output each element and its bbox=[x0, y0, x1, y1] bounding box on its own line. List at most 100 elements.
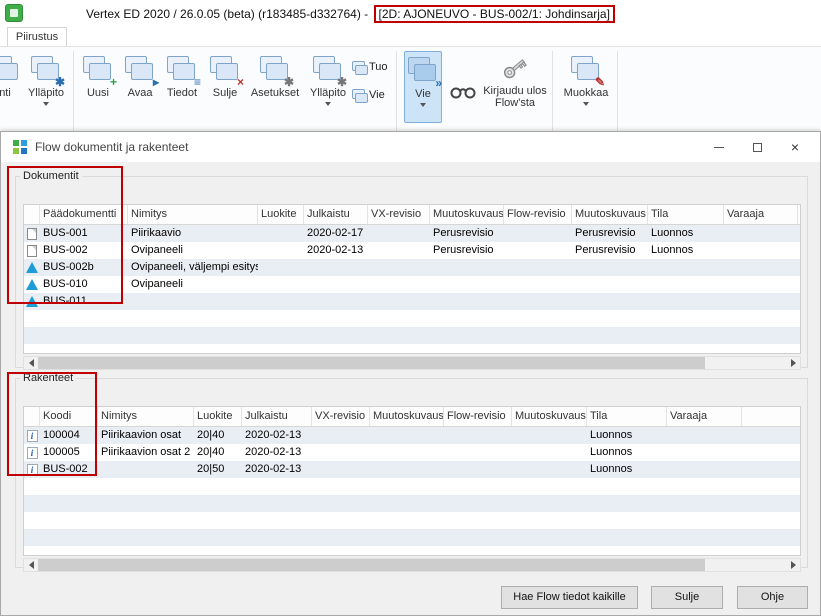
table-cell: Perusrevisio bbox=[572, 225, 648, 242]
table-cell bbox=[368, 242, 430, 259]
table-cell bbox=[304, 259, 368, 276]
column-header[interactable]: Muutoskuvaus bbox=[572, 205, 648, 224]
close-button[interactable]: × bbox=[776, 132, 814, 162]
table-row[interactable]: i100005Piirikaavion osat 220|402020-02-1… bbox=[24, 444, 800, 461]
table-cell bbox=[512, 461, 587, 478]
dialog-titlebar[interactable]: Flow dokumentit ja rakenteet × bbox=[1, 132, 820, 162]
close-project-icon: × bbox=[208, 54, 242, 84]
table-cell: 20|40 bbox=[194, 427, 242, 444]
table-cell bbox=[572, 293, 648, 310]
ribbon-button-uusi[interactable]: + Uusi bbox=[78, 51, 118, 123]
column-header[interactable]: Julkaistu bbox=[304, 205, 368, 224]
table-cell bbox=[667, 427, 742, 444]
documents-table[interactable]: PäädokumenttiNimitysLuokiteJulkaistuVX-r… bbox=[23, 204, 801, 354]
ribbon-button-vie-flow[interactable]: » Vie bbox=[404, 51, 442, 123]
column-header[interactable]: Varaaja bbox=[724, 205, 798, 224]
table-cell: Piirikaavio bbox=[128, 225, 258, 242]
column-header[interactable]: Varaaja bbox=[667, 407, 742, 426]
table-cell bbox=[128, 293, 258, 310]
column-header[interactable]: Flow-revisio bbox=[504, 205, 572, 224]
ribbon-button-tuo[interactable]: Tuo bbox=[348, 55, 394, 79]
app-title: Vertex ED 2020 / 26.0.05 (beta) (r183485… bbox=[86, 0, 615, 28]
table-row[interactable]: BUS-002Ovipaneeli2020-02-13PerusrevisioP… bbox=[24, 242, 800, 259]
scroll-right-icon[interactable] bbox=[786, 357, 800, 369]
column-header-filler bbox=[742, 407, 800, 426]
ribbon-button-yllapito-left[interactable]: ✱ Ylläpito bbox=[22, 51, 70, 123]
close-icon: × bbox=[791, 140, 799, 154]
column-header[interactable]: Muutoskuvaus bbox=[512, 407, 587, 426]
column-header[interactable]: Päädokumentti bbox=[40, 205, 128, 224]
table-cell bbox=[724, 293, 798, 310]
ribbon-button-yllapito[interactable]: ✱ Ylläpito bbox=[304, 51, 352, 123]
table-cell bbox=[430, 259, 504, 276]
ribbon-button-tiedot[interactable]: ≡ Tiedot bbox=[160, 51, 204, 123]
dialog-app-icon bbox=[12, 139, 28, 155]
column-header[interactable]: Luokite bbox=[194, 407, 242, 426]
ribbon-button-sulje[interactable]: × Sulje bbox=[205, 51, 245, 123]
scroll-thumb[interactable] bbox=[38, 357, 705, 369]
table-cell: Luonnos bbox=[587, 461, 667, 478]
sulje-button[interactable]: Sulje bbox=[651, 586, 723, 609]
table-cell: Ovipaneeli bbox=[128, 242, 258, 259]
scroll-thumb[interactable] bbox=[38, 559, 705, 571]
export-icon bbox=[350, 87, 366, 103]
column-header[interactable]: Flow-revisio bbox=[444, 407, 512, 426]
minimize-button[interactable] bbox=[700, 132, 738, 162]
structures-table[interactable]: KoodiNimitysLuokiteJulkaistuVX-revisioMu… bbox=[23, 406, 801, 556]
table-row[interactable]: BUS-011 bbox=[24, 293, 800, 310]
column-header[interactable]: Nimitys bbox=[98, 407, 194, 426]
table-cell bbox=[724, 259, 798, 276]
structures-hscrollbar[interactable] bbox=[23, 558, 801, 572]
table-cell bbox=[312, 427, 370, 444]
model-icon bbox=[26, 279, 38, 290]
table-cell bbox=[667, 444, 742, 461]
table-row[interactable]: iBUS-00220|502020-02-13Luonnos bbox=[24, 461, 800, 478]
app-titlebar: Vertex ED 2020 / 26.0.05 (beta) (r183485… bbox=[0, 0, 821, 28]
column-header[interactable]: Koodi bbox=[40, 407, 98, 426]
table-row[interactable]: BUS-010Ovipaneeli bbox=[24, 276, 800, 293]
ribbon-button-asetukset[interactable]: ✱ Asetukset bbox=[246, 51, 304, 123]
column-header[interactable]: Tila bbox=[587, 407, 667, 426]
table-cell bbox=[724, 276, 798, 293]
table-row[interactable]: i100004Piirikaavion osat20|402020-02-13L… bbox=[24, 427, 800, 444]
document-icon bbox=[27, 228, 37, 240]
column-header[interactable]: Muutoskuvaus bbox=[430, 205, 504, 224]
scroll-right-icon[interactable] bbox=[786, 559, 800, 571]
maximize-button[interactable] bbox=[738, 132, 776, 162]
structures-group: Rakenteet KoodiNimitysLuokiteJulkaistuVX… bbox=[15, 372, 808, 568]
column-header[interactable]: Luokite bbox=[258, 205, 304, 224]
ribbon-button-vie-small[interactable]: Vie bbox=[348, 83, 394, 107]
column-header[interactable]: Tila bbox=[648, 205, 724, 224]
table-cell: Luonnos bbox=[587, 427, 667, 444]
column-header[interactable] bbox=[24, 407, 40, 426]
scroll-left-icon[interactable] bbox=[24, 559, 38, 571]
column-header[interactable]: VX-revisio bbox=[312, 407, 370, 426]
ohje-button[interactable]: Ohje bbox=[737, 586, 808, 609]
ribbon-button-avaa[interactable]: ▸ Avaa bbox=[120, 51, 160, 123]
table-cell: 2020-02-17 bbox=[304, 225, 368, 242]
row-icon-cell bbox=[24, 225, 40, 242]
column-header[interactable]: Nimitys bbox=[128, 205, 258, 224]
chevron-down-icon bbox=[325, 102, 331, 106]
column-header[interactable]: VX-revisio bbox=[368, 205, 430, 224]
table-cell bbox=[258, 242, 304, 259]
column-header[interactable]: Muutoskuvaus bbox=[370, 407, 444, 426]
column-header[interactable]: Julkaistu bbox=[242, 407, 312, 426]
tab-piirustus[interactable]: Piirustus bbox=[7, 27, 67, 46]
table-row[interactable]: BUS-001Piirikaavio2020-02-17Perusrevisio… bbox=[24, 225, 800, 242]
hae-flow-tiedot-button[interactable]: Hae Flow tiedot kaikille bbox=[501, 586, 638, 609]
table-cell: 2020-02-13 bbox=[242, 427, 312, 444]
ribbon-button-kirjaudu-ulos[interactable]: Kirjaudu ulos Flow'sta bbox=[482, 51, 548, 123]
ribbon-button-muokkaa[interactable]: ✎ Muokkaa bbox=[558, 51, 614, 123]
column-header[interactable] bbox=[24, 205, 40, 224]
scroll-left-icon[interactable] bbox=[24, 357, 38, 369]
row-icon-cell bbox=[24, 276, 40, 293]
table-cell: BUS-002b bbox=[40, 259, 128, 276]
table-row[interactable]: BUS-002bOvipaneeli, väljempi esitys bbox=[24, 259, 800, 276]
ribbon-button-find[interactable] bbox=[446, 75, 480, 109]
table-cell bbox=[312, 461, 370, 478]
table-cell: Luonnos bbox=[648, 242, 724, 259]
table-cell bbox=[370, 461, 444, 478]
documents-hscrollbar[interactable] bbox=[23, 356, 801, 370]
table-cell bbox=[444, 427, 512, 444]
